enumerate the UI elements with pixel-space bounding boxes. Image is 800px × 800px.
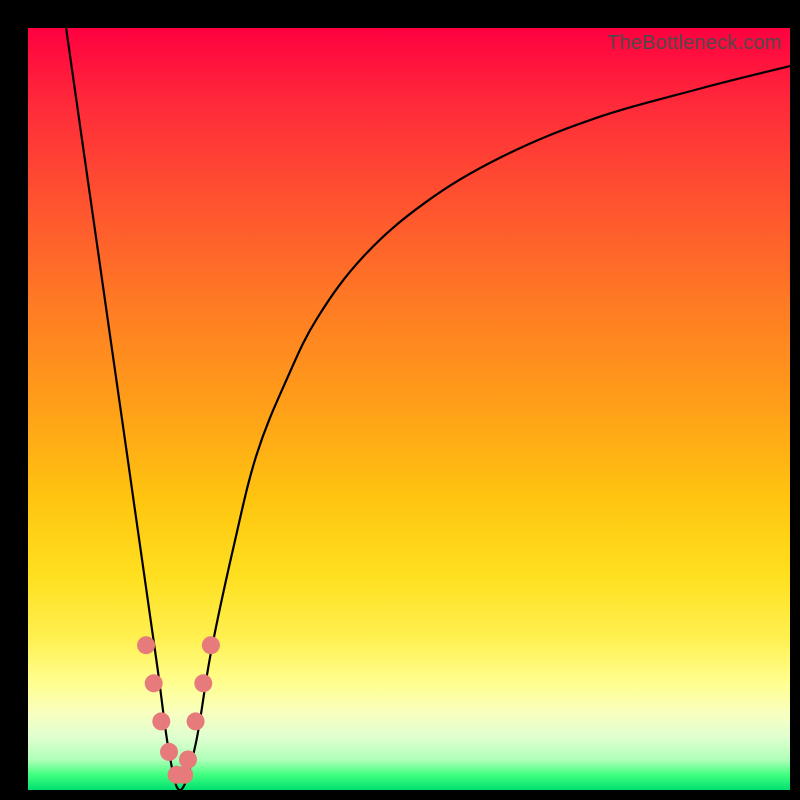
chart-frame: TheBottleneck.com: [0, 0, 800, 800]
curve-layer: [28, 28, 790, 790]
plot-area: TheBottleneck.com: [28, 28, 790, 790]
highlight-dot: [137, 636, 155, 654]
bottleneck-curve-path: [66, 28, 790, 790]
highlight-dot: [160, 743, 178, 761]
highlight-dot: [202, 636, 220, 654]
highlight-dot: [179, 751, 197, 769]
highlight-markers: [137, 636, 220, 784]
highlight-dot: [175, 766, 193, 784]
highlight-dot: [187, 712, 205, 730]
highlight-dot: [145, 674, 163, 692]
highlight-dot: [194, 674, 212, 692]
highlight-dot: [152, 712, 170, 730]
